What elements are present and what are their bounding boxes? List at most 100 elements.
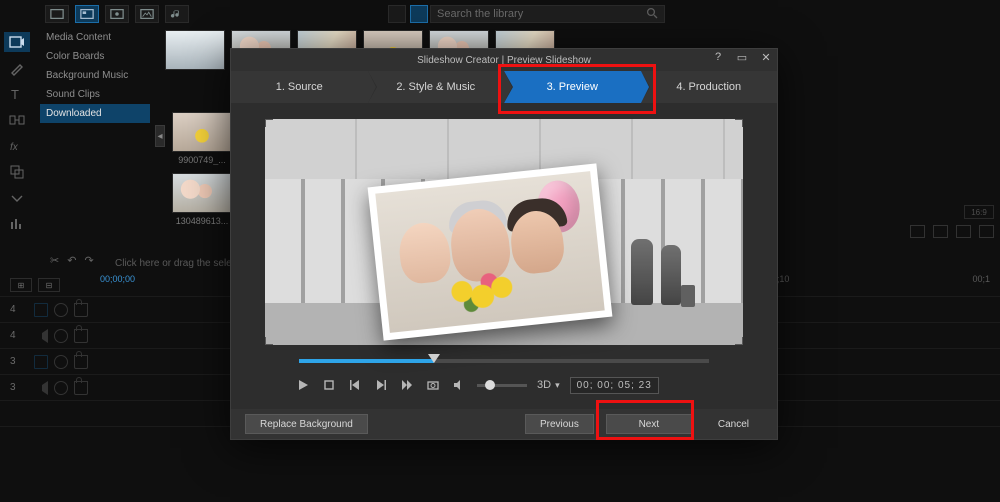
volume-icon[interactable] xyxy=(910,225,925,238)
media-tab-5[interactable] xyxy=(165,5,189,23)
scrubber-handle-icon[interactable] xyxy=(428,354,440,363)
library-search[interactable]: Search the library xyxy=(430,5,665,23)
wizard-steps: 1. Source 2. Style & Music 3. Preview 4.… xyxy=(231,71,777,103)
side-item-background-music[interactable]: Background Music xyxy=(40,66,150,85)
help-icon[interactable]: ? xyxy=(711,51,725,64)
timecode-display[interactable]: 00; 00; 05; 23 xyxy=(570,377,659,394)
audio-track-icon[interactable] xyxy=(34,381,48,395)
audio-track-icon[interactable] xyxy=(34,329,48,343)
view-list-icon[interactable] xyxy=(388,5,406,23)
close-icon[interactable]: ✕ xyxy=(759,51,773,64)
ruler-tick: 00;1 xyxy=(972,274,990,290)
track-number: 3 xyxy=(10,356,24,367)
timeline-mode-buttons: ⊞ ⊟ xyxy=(10,278,60,292)
next-button[interactable]: Next xyxy=(606,414,692,434)
side-item-media-content[interactable]: Media Content xyxy=(40,28,150,47)
playback-scrubber[interactable] xyxy=(299,359,709,363)
video-track-icon[interactable] xyxy=(34,303,48,317)
photo-overlay-wrap xyxy=(265,119,743,345)
tool-more[interactable] xyxy=(4,188,30,208)
track-number: 4 xyxy=(10,330,24,341)
media-tab-2[interactable] xyxy=(75,5,99,23)
ruler-tick: 00;00;00 xyxy=(100,274,135,290)
transport-controls: 3D ▾ 00; 00; 05; 23 xyxy=(295,373,713,397)
svg-text:fx: fx xyxy=(10,142,19,153)
volume-knob[interactable] xyxy=(485,380,495,390)
stop-icon[interactable] xyxy=(321,377,337,393)
aspect-ratio-badge[interactable]: 16:9 xyxy=(964,205,994,219)
replace-background-button[interactable]: Replace Background xyxy=(245,414,368,434)
step-preview[interactable]: 3. Preview xyxy=(504,71,641,103)
chevron-down-icon: ▾ xyxy=(555,380,560,391)
left-toolbar: T fx xyxy=(0,28,34,238)
mode-b-icon[interactable]: ⊟ xyxy=(38,278,60,292)
library-category-list: Media Content Color Boards Background Mu… xyxy=(40,28,150,123)
step-label: 4. Production xyxy=(676,81,741,93)
popout-icon[interactable] xyxy=(979,225,994,238)
snapshot-icon[interactable] xyxy=(933,225,948,238)
maximize-icon[interactable]: ▭ xyxy=(735,51,749,64)
three-d-dropdown[interactable]: 3D ▾ xyxy=(537,379,560,391)
cut-icon[interactable]: ✂ xyxy=(50,254,59,267)
undo-icon[interactable]: ↶ xyxy=(67,254,76,267)
play-icon[interactable] xyxy=(295,377,311,393)
lock-icon[interactable] xyxy=(74,381,88,395)
search-icon xyxy=(646,7,658,22)
video-track-icon[interactable] xyxy=(34,355,48,369)
step-source[interactable]: 1. Source xyxy=(231,71,368,103)
thumb-item[interactable]: 130489613... xyxy=(172,173,232,228)
step-production[interactable]: 4. Production xyxy=(641,71,778,103)
previous-button[interactable]: Previous xyxy=(525,414,594,434)
panel-collapse-handle[interactable]: ◂ xyxy=(155,125,165,147)
thumb-caption: 130489613... xyxy=(172,216,232,226)
prev-frame-icon[interactable] xyxy=(347,377,363,393)
next-frame-icon[interactable] xyxy=(373,377,389,393)
lock-icon[interactable] xyxy=(74,329,88,343)
step-label: 2. Style & Music xyxy=(396,81,475,93)
dialog-footer: Replace Background Previous Next Cancel xyxy=(231,409,777,439)
side-item-downloaded[interactable]: Downloaded xyxy=(40,104,150,123)
dialog-titlebar[interactable]: Slideshow Creator | Preview Slideshow ? … xyxy=(231,49,777,71)
side-item-sound-clips[interactable]: Sound Clips xyxy=(40,85,150,104)
foreground-photo[interactable] xyxy=(368,163,613,340)
tool-media-room[interactable] xyxy=(4,32,30,52)
tool-fx[interactable]: fx xyxy=(4,136,30,156)
timeline-tools: ✂ ↶ ↷ xyxy=(50,254,94,267)
snapshot-icon[interactable] xyxy=(425,377,441,393)
tool-text[interactable]: T xyxy=(4,84,30,104)
visibility-icon[interactable] xyxy=(54,303,68,317)
search-placeholder: Search the library xyxy=(437,8,523,20)
step-style-music[interactable]: 2. Style & Music xyxy=(368,71,505,103)
thumb-item[interactable] xyxy=(165,30,225,85)
thumb-item[interactable]: 9900749_... xyxy=(172,112,232,167)
thumb-caption: 9900749_... xyxy=(172,155,232,165)
lock-icon[interactable] xyxy=(74,355,88,369)
visibility-icon[interactable] xyxy=(54,355,68,369)
three-d-label: 3D xyxy=(537,379,551,391)
lock-icon[interactable] xyxy=(74,303,88,317)
volume-icon[interactable] xyxy=(451,377,467,393)
cancel-button[interactable]: Cancel xyxy=(704,414,763,434)
bouquet-shape xyxy=(444,267,528,321)
mode-a-icon[interactable]: ⊞ xyxy=(10,278,32,292)
tool-effect[interactable] xyxy=(4,58,30,78)
media-tab-1[interactable] xyxy=(45,5,69,23)
volume-slider[interactable] xyxy=(477,384,527,387)
preview-stage: 3D ▾ 00; 00; 05; 23 xyxy=(231,103,777,409)
fullscreen-icon[interactable] xyxy=(956,225,971,238)
side-item-color-boards[interactable]: Color Boards xyxy=(40,47,150,66)
redo-icon[interactable]: ↷ xyxy=(84,254,93,267)
fast-forward-icon[interactable] xyxy=(399,377,415,393)
tool-overlay[interactable] xyxy=(4,162,30,182)
visibility-icon[interactable] xyxy=(54,329,68,343)
visibility-icon[interactable] xyxy=(54,381,68,395)
step-label: 3. Preview xyxy=(547,81,598,93)
media-tab-4[interactable] xyxy=(135,5,159,23)
thumbnail-column: 9900749_... 130489613... xyxy=(172,112,232,228)
tool-transition[interactable] xyxy=(4,110,30,130)
track-number: 3 xyxy=(10,382,24,393)
slideshow-creator-dialog: Slideshow Creator | Preview Slideshow ? … xyxy=(230,48,778,440)
view-grid-icon[interactable] xyxy=(410,5,428,23)
media-tab-3[interactable] xyxy=(105,5,129,23)
tool-audio-mix[interactable] xyxy=(4,214,30,234)
